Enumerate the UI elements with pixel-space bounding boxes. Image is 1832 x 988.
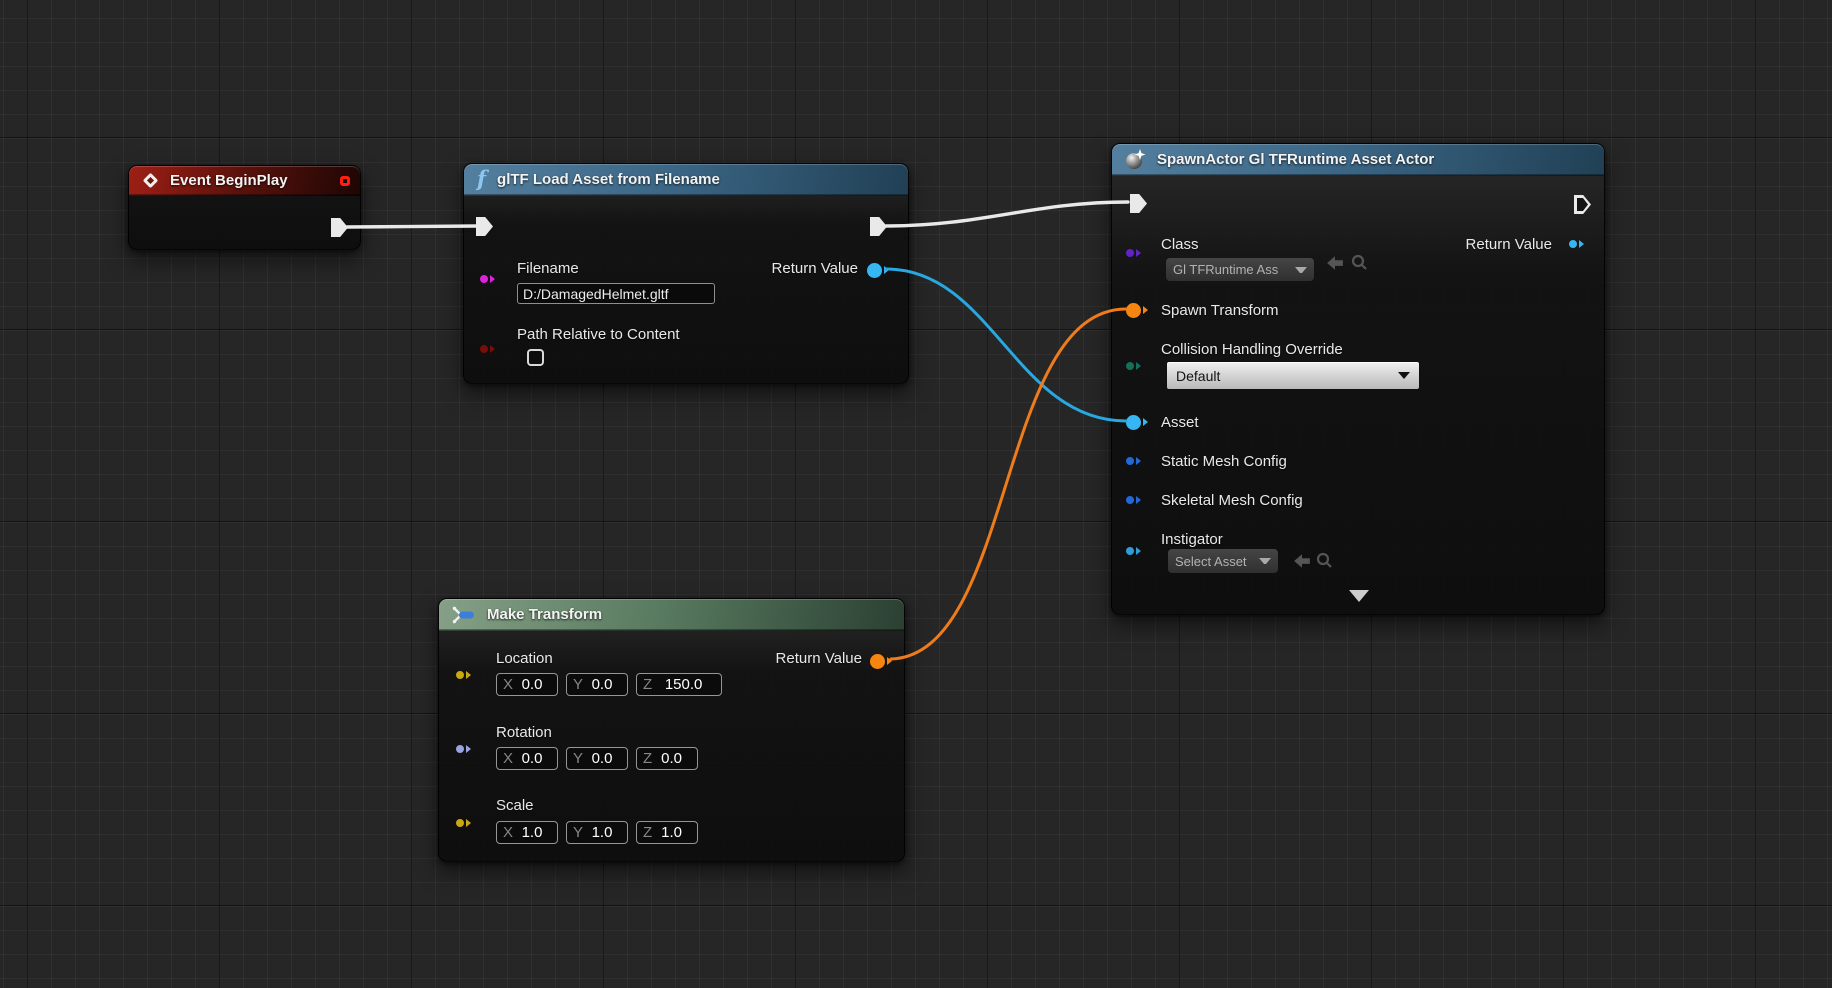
node-title: SpawnActor Gl TFRuntime Asset Actor [1157, 151, 1434, 168]
path-relative-pin-label: Path Relative to Content [517, 326, 680, 343]
collision-handling-combobox[interactable]: Default [1166, 361, 1420, 390]
return-value-label: Return Value [1466, 236, 1552, 253]
wire-asset-load-to-spawnactor[interactable] [886, 269, 1126, 421]
return-value-pin[interactable] [1569, 236, 1584, 252]
node-event-beginplay[interactable]: Event BeginPlay [128, 165, 361, 250]
return-value-pin[interactable] [870, 653, 892, 669]
skeletal-mesh-config-label: Skeletal Mesh Config [1161, 492, 1303, 509]
make-struct-icon [452, 606, 476, 624]
filename-pin-label: Filename [517, 260, 579, 277]
node-header-gltf-load[interactable]: f glTF Load Asset from Filename [464, 164, 908, 196]
instigator-dropdown[interactable]: Select Asset [1168, 549, 1278, 573]
class-pin[interactable] [1126, 245, 1141, 261]
asset-pin-label: Asset [1161, 414, 1199, 431]
event-diamond-icon [143, 173, 159, 189]
spawn-transform-pin[interactable] [1126, 302, 1148, 318]
node-header-spawnactor[interactable]: SpawnActor Gl TFRuntime Asset Actor [1112, 144, 1604, 176]
class-dropdown[interactable]: Gl TFRuntime Ass [1166, 258, 1314, 281]
scale-pin[interactable] [456, 815, 471, 831]
location-x-field[interactable]: X0.0 [496, 673, 558, 696]
static-mesh-config-pin[interactable] [1126, 453, 1141, 469]
wire-exec-beginplay-to-load[interactable] [347, 226, 478, 227]
spawn-actor-icon [1125, 149, 1146, 170]
class-pin-label: Class [1161, 236, 1199, 253]
node-spawnactor[interactable]: SpawnActor Gl TFRuntime Asset Actor Clas… [1111, 143, 1605, 615]
filename-pin[interactable] [480, 271, 495, 287]
location-z-field[interactable]: Z150.0 [636, 673, 722, 696]
collision-handling-pin-label: Collision Handling Override [1161, 341, 1343, 358]
location-y-field[interactable]: Y0.0 [566, 673, 628, 696]
node-gltf-load-asset[interactable]: f glTF Load Asset from Filename Filename… [463, 163, 909, 384]
exec-input-pin[interactable] [1130, 194, 1147, 213]
instigator-pin-label: Instigator [1161, 531, 1223, 548]
filename-input[interactable] [517, 283, 715, 304]
wire-transform-to-spawnactor[interactable] [891, 309, 1126, 659]
skeletal-mesh-config-pin[interactable] [1126, 492, 1141, 508]
wire-exec-load-to-spawnactor[interactable] [886, 202, 1128, 226]
return-value-label: Return Value [776, 650, 862, 667]
return-value-label: Return Value [772, 260, 858, 277]
node-title: Event BeginPlay [170, 172, 288, 189]
spawn-transform-pin-label: Spawn Transform [1161, 302, 1279, 319]
reset-to-default-icon[interactable] [1326, 255, 1344, 271]
location-pin[interactable] [456, 667, 471, 683]
instigator-dropdown-value: Select Asset [1175, 554, 1247, 569]
browse-search-icon[interactable] [1350, 254, 1368, 270]
location-pin-label: Location [496, 650, 553, 667]
output-delegate-pin[interactable] [340, 176, 350, 186]
static-mesh-config-label: Static Mesh Config [1161, 453, 1287, 470]
chevron-down-icon [1259, 558, 1271, 564]
class-dropdown-value: Gl TFRuntime Ass [1173, 262, 1278, 277]
collision-handling-pin[interactable] [1126, 358, 1141, 374]
scale-z-field[interactable]: Z1.0 [636, 821, 698, 844]
node-header-make-transform[interactable]: Make Transform [439, 599, 904, 631]
scale-pin-label: Scale [496, 797, 534, 814]
scale-x-field[interactable]: X1.0 [496, 821, 558, 844]
path-relative-pin[interactable] [480, 341, 495, 357]
path-relative-checkbox[interactable] [527, 349, 544, 366]
asset-pin[interactable] [1126, 414, 1148, 430]
chevron-down-icon [1295, 267, 1307, 273]
rotation-pin-label: Rotation [496, 724, 552, 741]
instigator-pin[interactable] [1126, 543, 1141, 559]
node-header-event-beginplay[interactable]: Event BeginPlay [129, 166, 360, 196]
rotation-y-field[interactable]: Y0.0 [566, 747, 628, 770]
exec-output-pin[interactable] [1574, 195, 1591, 214]
browse-search-icon[interactable] [1315, 552, 1333, 568]
reset-to-default-icon[interactable] [1293, 553, 1311, 569]
node-title: glTF Load Asset from Filename [497, 171, 720, 188]
function-icon: f [477, 168, 486, 189]
node-title: Make Transform [487, 606, 602, 623]
scale-y-field[interactable]: Y1.0 [566, 821, 628, 844]
rotation-pin[interactable] [456, 741, 471, 757]
chevron-down-icon [1398, 372, 1410, 379]
rotation-z-field[interactable]: Z0.0 [636, 747, 698, 770]
rotation-x-field[interactable]: X0.0 [496, 747, 558, 770]
blueprint-graph-canvas[interactable]: Event BeginPlay f glTF Load Asset from F… [0, 0, 1832, 988]
node-make-transform[interactable]: Make Transform Location X0.0 Y0.0 Z150.0… [438, 598, 905, 862]
node-expand-arrow[interactable] [1349, 590, 1369, 602]
collision-handling-value: Default [1176, 368, 1220, 384]
